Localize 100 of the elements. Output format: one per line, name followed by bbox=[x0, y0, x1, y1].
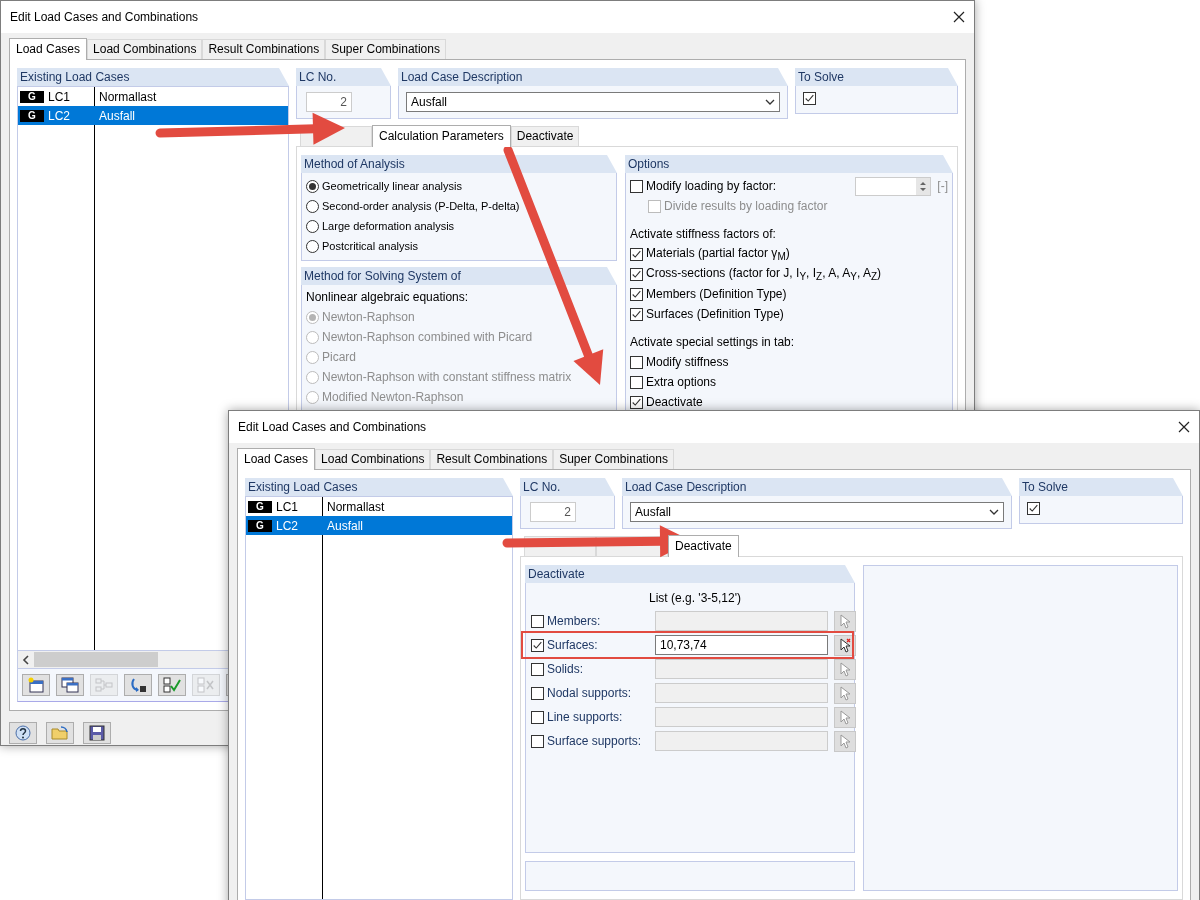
list-input-field[interactable] bbox=[655, 683, 828, 703]
tab[interactable]: Load Cases bbox=[237, 448, 316, 470]
cursor-icon bbox=[839, 613, 851, 629]
pick-button[interactable] bbox=[834, 634, 856, 656]
radio-label: Newton-Raphson bbox=[322, 310, 415, 324]
radio-button[interactable] bbox=[306, 219, 319, 233]
help-icon[interactable] bbox=[9, 722, 37, 744]
panel-header: LC No. bbox=[296, 68, 391, 86]
checkbox[interactable] bbox=[803, 92, 816, 105]
load-case-row[interactable]: G LC1 Normallast bbox=[18, 87, 288, 106]
panel-header: To Solve bbox=[1019, 478, 1183, 496]
tab[interactable]: Load Combinations bbox=[87, 39, 203, 59]
tab[interactable]: Deactivate bbox=[510, 126, 580, 146]
checkbox-label: Materials (partial factor γ$_{M}$) bbox=[646, 245, 790, 263]
tab[interactable]: Result Combinations bbox=[202, 39, 326, 59]
checkbox-label: Solids: bbox=[547, 662, 584, 676]
description-dropdown[interactable]: Ausfall bbox=[406, 92, 780, 112]
radio-label: Large deformation analysis bbox=[322, 220, 455, 232]
checkbox-label: Divide results by loading factor bbox=[664, 199, 828, 213]
save-icon[interactable] bbox=[83, 722, 111, 744]
checkbox-label: Surface supports: bbox=[547, 734, 642, 748]
checkbox[interactable] bbox=[1027, 502, 1040, 515]
radio-label: Postcritical analysis bbox=[322, 240, 418, 252]
checkbox[interactable] bbox=[630, 307, 643, 321]
unit-label: [-] bbox=[937, 179, 948, 193]
load-case-row[interactable]: G LC2 Ausfall bbox=[18, 106, 288, 125]
load-case-row[interactable]: G LC2 Ausfall bbox=[246, 516, 512, 535]
list-input-field[interactable] bbox=[655, 611, 828, 631]
chevron-down-icon bbox=[989, 509, 999, 515]
checkbox[interactable] bbox=[531, 710, 544, 724]
checkbox[interactable] bbox=[531, 734, 544, 748]
load-type-badge: G bbox=[20, 109, 44, 122]
tab[interactable]: Calculation Parameters bbox=[372, 125, 511, 147]
rename-icon[interactable] bbox=[124, 674, 152, 696]
checkbox-label: Cross-sections (factor for J, I$_{Y}$, I$_{Z}$, A, A$_{Y}$, A$_{Z}$) bbox=[646, 265, 881, 283]
pick-button[interactable] bbox=[834, 658, 856, 680]
load-case-number: LC2 bbox=[48, 108, 70, 123]
check-all-icon[interactable] bbox=[158, 674, 186, 696]
scrollbar-thumb[interactable] bbox=[34, 652, 158, 667]
tab[interactable]: Load Cases bbox=[9, 38, 88, 60]
section-label: Activate special settings in tab: bbox=[630, 335, 795, 349]
checkbox-label: Modify loading by factor: bbox=[646, 179, 777, 193]
radio-button[interactable] bbox=[306, 239, 319, 253]
checkbox[interactable] bbox=[630, 395, 643, 409]
panel-header: Existing Load Cases bbox=[17, 68, 289, 86]
list-input-field[interactable]: 10,73,74 bbox=[655, 635, 828, 655]
checkbox-label: Members: bbox=[547, 614, 601, 628]
tab[interactable]: Super Combinations bbox=[325, 39, 446, 59]
cursor-icon bbox=[839, 733, 851, 749]
section-label: Nonlinear algebraic equations: bbox=[306, 290, 469, 304]
radio-button[interactable] bbox=[306, 199, 319, 213]
scroll-left-icon[interactable] bbox=[22, 654, 30, 665]
list-input-field[interactable] bbox=[655, 707, 828, 727]
lc-number-field[interactable]: 2 bbox=[306, 92, 352, 112]
checkbox[interactable] bbox=[531, 686, 544, 700]
load-case-description: Ausfall bbox=[326, 518, 365, 533]
uncheck-all-icon[interactable] bbox=[192, 674, 220, 696]
checkbox[interactable] bbox=[630, 375, 643, 389]
tab[interactable]: Result Combinations bbox=[430, 449, 554, 469]
radio-label: Picard bbox=[322, 350, 356, 364]
load-type-badge: G bbox=[248, 500, 272, 513]
checkbox-label: Surfaces: bbox=[547, 638, 598, 652]
description-dropdown[interactable]: Ausfall bbox=[630, 502, 1004, 522]
window-title: Edit Load Cases and Combinations bbox=[238, 420, 427, 434]
checkbox[interactable] bbox=[630, 179, 643, 193]
radio-label: Modified Newton-Raphson bbox=[322, 390, 464, 404]
cursor-icon bbox=[839, 637, 851, 653]
checkbox[interactable] bbox=[630, 355, 643, 369]
close-icon[interactable] bbox=[1178, 421, 1190, 433]
panel-header: To Solve bbox=[795, 68, 958, 86]
tab[interactable]: Load Combinations bbox=[315, 449, 431, 469]
load-case-number: LC2 bbox=[276, 518, 298, 533]
column-header: List (e.g. '3-5,12') bbox=[649, 591, 741, 605]
load-case-row[interactable]: G LC1 Normallast bbox=[246, 497, 512, 516]
checkbox[interactable] bbox=[630, 287, 643, 301]
cursor-icon bbox=[839, 709, 851, 725]
new-window-icon[interactable] bbox=[22, 674, 50, 696]
tab[interactable]: Deactivate bbox=[668, 535, 739, 557]
checkbox[interactable] bbox=[531, 662, 544, 676]
checkbox[interactable] bbox=[531, 614, 544, 628]
tab[interactable]: Super Combinations bbox=[553, 449, 674, 469]
lc-number-field[interactable]: 2 bbox=[530, 502, 576, 522]
checkbox[interactable] bbox=[630, 267, 643, 281]
checkbox[interactable] bbox=[531, 638, 544, 652]
load-type-badge: G bbox=[20, 90, 44, 103]
chevron-down-icon bbox=[765, 99, 775, 105]
pick-button[interactable] bbox=[834, 610, 856, 632]
close-icon[interactable] bbox=[953, 11, 965, 23]
windows-icon[interactable] bbox=[56, 674, 84, 696]
checkbox-label: Deactivate bbox=[646, 395, 703, 409]
list-input-field[interactable] bbox=[655, 659, 828, 679]
list-input-field[interactable] bbox=[655, 731, 828, 751]
checkbox[interactable] bbox=[630, 247, 643, 261]
radio-label: Newton-Raphson with constant stiffness matrix bbox=[322, 370, 572, 384]
radio-button[interactable] bbox=[306, 179, 319, 193]
panel-header: Load Case Description bbox=[622, 478, 1012, 496]
checkbox-label: Nodal supports: bbox=[547, 686, 632, 700]
load-case-number: LC1 bbox=[276, 499, 298, 514]
load-case-number: LC1 bbox=[48, 89, 70, 104]
checkbox-label: Modify stiffness bbox=[646, 355, 729, 369]
